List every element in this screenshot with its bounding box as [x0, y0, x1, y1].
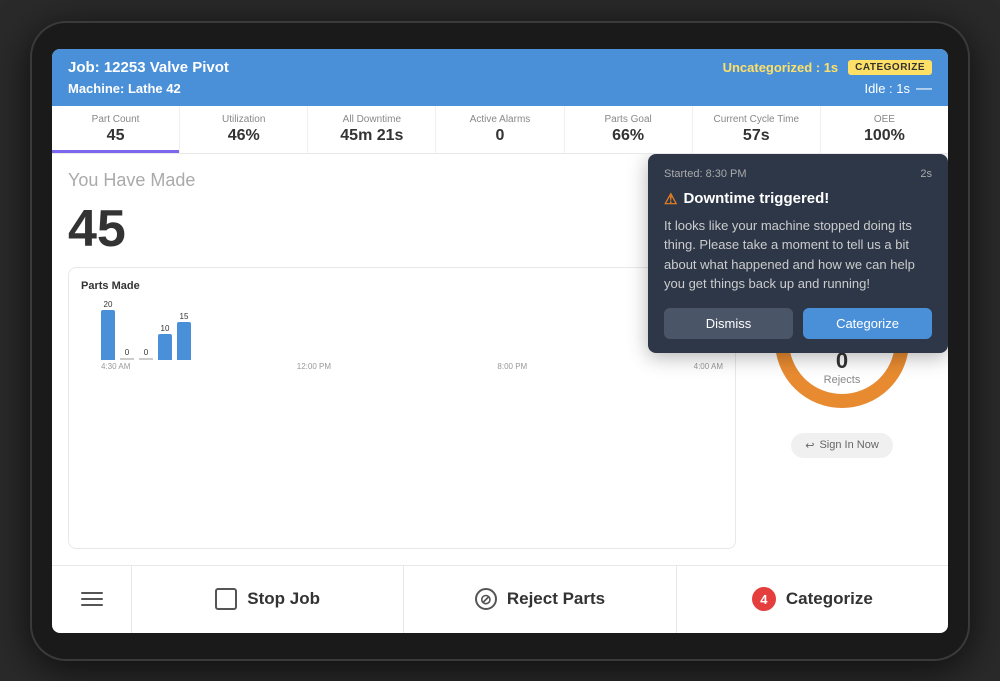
stat-item-current-cycle-time[interactable]: Current Cycle Time57s	[693, 106, 821, 153]
uncategorized-label: Uncategorized : 1s	[723, 60, 839, 75]
x-label-2: 12:00 PM	[297, 362, 331, 371]
idle-dash-button[interactable]: —	[916, 80, 932, 98]
main-content: You Have Made 45 Parts Made ? 20	[52, 154, 948, 565]
popup-title: ⚠ Downtime triggered!	[664, 190, 932, 208]
menu-button[interactable]	[52, 566, 132, 633]
stat-item-all-downtime[interactable]: All Downtime45m 21s	[308, 106, 436, 153]
reject-icon: ⊘	[475, 588, 497, 610]
parts-count-big: 45	[68, 203, 736, 255]
header: Job: 12253 Valve Pivot Uncategorized : 1…	[52, 49, 948, 106]
you-have-made-label: You Have Made	[68, 170, 736, 191]
stat-item-parts-goal[interactable]: Parts Goal66%	[565, 106, 693, 153]
x-label-4: 4:00 AM	[694, 362, 723, 371]
stop-job-button[interactable]: Stop Job	[132, 566, 404, 633]
warning-icon: ⚠	[664, 190, 677, 208]
categorize-header-button[interactable]: CATEGORIZE	[848, 60, 932, 75]
header-right: Uncategorized : 1s CATEGORIZE	[723, 60, 932, 75]
bar-4: 10	[158, 324, 172, 360]
x-label-1: 4:30 AM	[101, 362, 130, 371]
bar-5: 15	[177, 312, 191, 360]
dismiss-button[interactable]: Dismiss	[664, 308, 793, 339]
bar-3: 0	[139, 348, 153, 360]
idle-status: Idle : 1s —	[864, 80, 932, 98]
hamburger-icon	[81, 592, 103, 606]
downtime-popup: Started: 8:30 PM 2s ⚠ Downtime triggered…	[648, 154, 948, 353]
popup-time: 2s	[920, 168, 932, 180]
stat-item-part-count[interactable]: Part Count45	[52, 106, 180, 153]
reject-parts-label: Reject Parts	[507, 589, 605, 609]
bottom-bar: Stop Job ⊘ Reject Parts 4 Categorize	[52, 565, 948, 633]
parts-made-chart: Parts Made ? 20 0	[68, 267, 736, 549]
stop-job-label: Stop Job	[247, 589, 320, 609]
stat-item-utilization[interactable]: Utilization46%	[180, 106, 308, 153]
popup-categorize-button[interactable]: Categorize	[803, 308, 932, 339]
bar-2: 0	[120, 348, 134, 360]
sign-in-label: Sign In Now	[819, 439, 878, 451]
reject-parts-button[interactable]: ⊘ Reject Parts	[404, 566, 676, 633]
job-title: Job: 12253 Valve Pivot	[68, 59, 229, 76]
tablet-outer: Job: 12253 Valve Pivot Uncategorized : 1…	[30, 21, 970, 661]
categorize-badge: 4	[752, 587, 776, 611]
chart-title: Parts Made	[81, 280, 140, 292]
popup-actions: Dismiss Categorize	[664, 308, 932, 339]
bar-1: 20	[101, 300, 115, 360]
popup-title-text: Downtime triggered!	[683, 190, 829, 207]
categorize-bottom-label: Categorize	[786, 589, 873, 609]
stats-bar: Part Count45Utilization46%All Downtime45…	[52, 106, 948, 154]
left-panel: You Have Made 45 Parts Made ? 20	[68, 170, 736, 549]
chart-area: 20 0 0	[81, 300, 723, 370]
popup-body: It looks like your machine stopped doing…	[664, 216, 932, 294]
popup-started: Started: 8:30 PM	[664, 168, 747, 180]
sign-in-arrow: ↩	[805, 439, 814, 452]
machine-label: Machine: Lathe 42	[68, 81, 181, 96]
x-label-3: 8:00 PM	[497, 362, 527, 371]
stat-item-active-alarms[interactable]: Active Alarms0	[436, 106, 564, 153]
categorize-bottom-button[interactable]: 4 Categorize	[677, 566, 948, 633]
stop-icon	[215, 588, 237, 610]
donut-rejects-label: Rejects	[811, 374, 874, 386]
idle-text: Idle : 1s	[864, 81, 910, 96]
stat-item-oee[interactable]: OEE100%	[821, 106, 948, 153]
tablet-screen: Job: 12253 Valve Pivot Uncategorized : 1…	[52, 49, 948, 633]
popup-header: Started: 8:30 PM 2s	[664, 168, 932, 180]
sign-in-button[interactable]: ↩ Sign In Now	[791, 433, 893, 458]
